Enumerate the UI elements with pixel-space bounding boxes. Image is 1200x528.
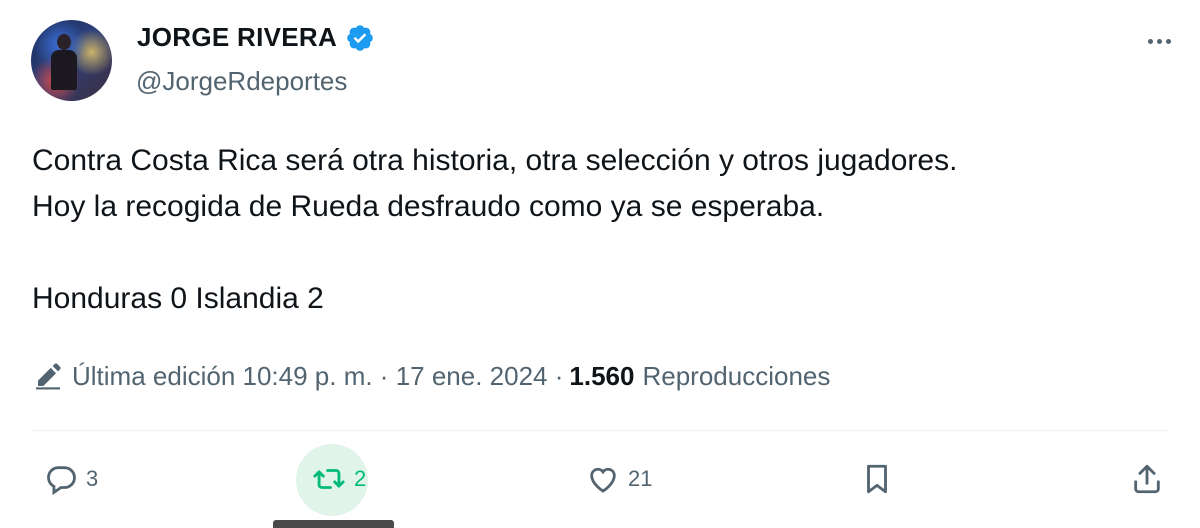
heart-icon — [590, 467, 616, 493]
avatar-figure-head — [57, 34, 71, 50]
reply-icon — [47, 466, 76, 496]
edited-timestamp[interactable]: Última edición 10:49 p. m. · 17 ene. 202… — [72, 361, 563, 392]
tweet-text: Contra Costa Rica será otra historia, ot… — [32, 138, 957, 322]
views-count: 1.560 — [569, 360, 635, 391]
verified-badge-icon — [347, 24, 373, 51]
tweet-line-2: Hoy la recogida de Rueda desfraudo como … — [32, 190, 825, 223]
bottom-indicator — [273, 520, 394, 528]
more-options-icon[interactable] — [1138, 28, 1180, 54]
more-dot — [1165, 38, 1171, 44]
divider — [32, 430, 1170, 431]
retweet-count: 2 — [354, 466, 367, 491]
more-dot — [1147, 38, 1153, 44]
reply-count: 3 — [86, 466, 99, 491]
more-dot — [1156, 38, 1162, 44]
share-icon — [1134, 464, 1160, 494]
retweet-button[interactable]: 2 — [312, 462, 366, 496]
author-name-row: JORGE RIVERA — [137, 22, 375, 53]
bookmark-icon — [867, 464, 887, 494]
like-button[interactable]: 21 — [586, 462, 652, 496]
tweet-meta: Última edición 10:49 p. m. · 17 ene. 202… — [32, 360, 830, 392]
tweet-line-1: Contra Costa Rica será otra historia, ot… — [32, 144, 958, 177]
author-name[interactable]: JORGE RIVERA — [137, 22, 337, 53]
views-label: Reproducciones — [642, 360, 831, 391]
reply-button[interactable]: 3 — [44, 462, 98, 496]
author-handle[interactable]: @JorgeRdeportes — [136, 66, 347, 97]
retweet-icon — [313, 469, 345, 489]
pencil-icon — [36, 363, 61, 390]
author-avatar[interactable] — [31, 20, 112, 101]
bookmark-button[interactable] — [860, 462, 894, 496]
share-button[interactable] — [1130, 462, 1164, 496]
avatar-figure-body — [51, 50, 77, 90]
tweet-line-3: Honduras 0 Islandia 2 — [32, 282, 324, 315]
like-count: 21 — [628, 466, 653, 491]
